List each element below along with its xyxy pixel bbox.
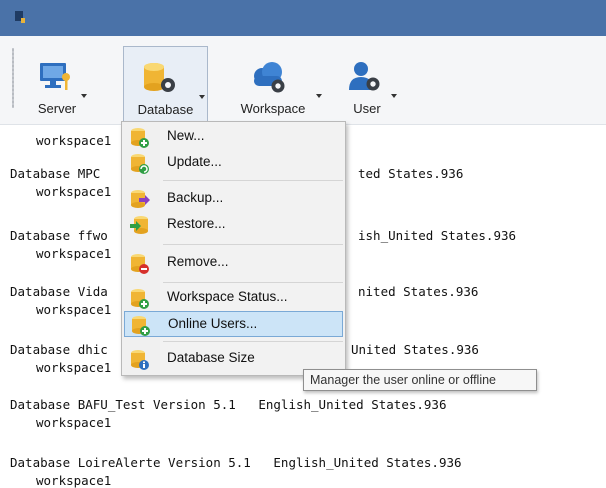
menu-item-update[interactable]: Update... [124, 150, 343, 176]
database-backup-icon [131, 190, 150, 208]
menu-separator [163, 282, 343, 283]
console-line: Database MPC [10, 166, 101, 181]
console-line: Database ffwo [10, 228, 108, 243]
database-add-icon [131, 128, 149, 148]
ribbon-grip [12, 48, 14, 108]
console-line: workspace1 [36, 184, 112, 199]
database-dropdown-menu: New... Update... Backup... Restore... Re… [121, 121, 346, 376]
title-bar [0, 0, 606, 36]
menu-item-label: Backup... [167, 190, 224, 205]
database-info-icon [131, 350, 149, 370]
console-line: Database LoireAlerte Version 5.1 English… [10, 455, 462, 470]
database-status-icon [131, 289, 149, 309]
menu-item-label: Database Size [167, 350, 255, 365]
ribbon-toolbar: Server Database Workspace User [0, 36, 606, 125]
user-gear-icon [349, 62, 380, 91]
database-users-icon [132, 316, 150, 336]
console-line: Database Vida [10, 284, 108, 299]
menu-item-label: Workspace Status... [167, 289, 288, 304]
menu-separator [163, 341, 343, 342]
database-remove-icon [131, 254, 149, 274]
chevron-down-icon [199, 95, 205, 99]
menu-item-workspace-status[interactable]: Workspace Status... [124, 285, 343, 311]
console-line: workspace1 [36, 302, 112, 317]
server-label: Server [37, 101, 77, 116]
menu-item-label: Update... [167, 154, 222, 169]
database-label: Database [137, 102, 194, 117]
console-line: Database BAFU_Test Version 5.1 English_U… [10, 397, 447, 412]
console-line: workspace1 [36, 133, 112, 148]
tooltip: Manager the user online or offline [303, 369, 537, 391]
console-line: workspace1 [36, 415, 112, 430]
menu-item-remove[interactable]: Remove... [124, 250, 343, 276]
menu-item-new[interactable]: New... [124, 124, 343, 150]
menu-item-label: Online Users... [168, 316, 258, 331]
database-restore-icon [130, 216, 148, 234]
menu-separator [163, 180, 343, 181]
database-button[interactable]: Database [123, 46, 208, 122]
cloud-gear-icon [254, 62, 285, 93]
menu-item-label: Restore... [167, 216, 226, 231]
console-line: workspace1 [36, 246, 112, 261]
server-button[interactable]: Server [26, 46, 88, 122]
console-line-fragment: nited States.936 [358, 284, 479, 299]
menu-item-restore[interactable]: Restore... [124, 212, 343, 238]
chevron-down-icon [81, 94, 87, 98]
user-button[interactable]: User [338, 46, 397, 122]
database-refresh-icon [131, 154, 149, 174]
workspace-button[interactable]: Workspace [228, 46, 322, 122]
console-line-fragment: ted States.936 [358, 166, 464, 181]
workspace-label: Workspace [240, 101, 306, 116]
menu-item-label: Remove... [167, 254, 229, 269]
menu-item-online-users[interactable]: Online Users... [124, 311, 343, 337]
database-gear-icon [144, 63, 175, 92]
menu-item-label: New... [167, 128, 205, 143]
console-line-fragment: United States.936 [351, 342, 479, 357]
app-icon [15, 11, 25, 23]
menu-item-backup[interactable]: Backup... [124, 186, 343, 212]
console-line: Database dhic [10, 342, 108, 357]
user-label: User [353, 101, 381, 116]
monitor-key-icon [40, 63, 70, 90]
chevron-down-icon [316, 94, 322, 98]
menu-separator [163, 244, 343, 245]
console-line: workspace1 [36, 360, 112, 375]
console-line-fragment: ish_United States.936 [358, 228, 517, 243]
chevron-down-icon [391, 94, 397, 98]
console-line: workspace1 [36, 473, 112, 488]
